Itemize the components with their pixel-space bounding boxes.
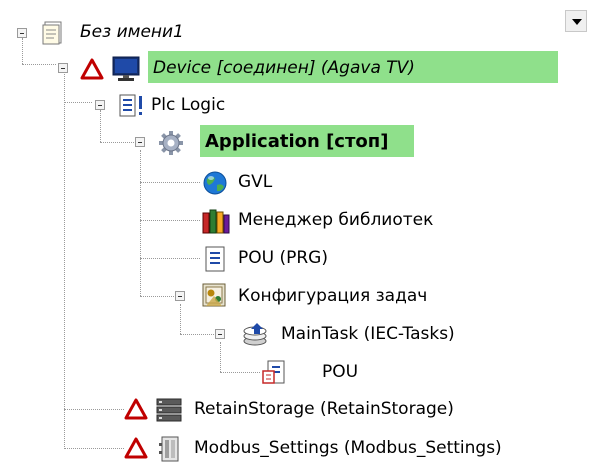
collapse-toggle[interactable]: [135, 137, 145, 147]
collapse-toggle[interactable]: [215, 329, 225, 339]
tree-item-label: RetainStorage (RetainStorage): [194, 399, 454, 419]
tree-item-library-manager[interactable]: Менеджер библиотек: [0, 202, 560, 238]
tree-item-label: POU: [322, 362, 359, 382]
task-config-icon: [200, 282, 230, 314]
tree-item-main-task[interactable]: MainTask (IEC-Tasks): [0, 316, 560, 352]
tree-item-label: Modbus_Settings (Modbus_Settings): [194, 438, 502, 458]
collapse-toggle[interactable]: [58, 63, 68, 73]
tree-item-task-config[interactable]: Конфигурация задач: [0, 278, 560, 314]
tree-item-label: Application [стоп]: [205, 131, 389, 152]
globe-icon: [201, 169, 229, 201]
collapse-toggle[interactable]: [17, 28, 27, 38]
tree-item-label: MainTask (IEC-Tasks): [281, 324, 455, 344]
tree-item-device[interactable]: Device [соединен] (Agava TV): [0, 50, 560, 86]
monitor-icon: [112, 56, 142, 86]
tree-item-pou-prg[interactable]: POU (PRG): [0, 240, 560, 276]
pou-call-icon: [262, 359, 288, 391]
task-stack-icon: [240, 321, 270, 353]
warning-triangle-icon: [124, 437, 148, 463]
tree-item-label: POU (PRG): [238, 248, 328, 268]
tree-item-label: Конфигурация задач: [238, 286, 428, 306]
gear-icon: [157, 129, 185, 161]
collapse-toggle[interactable]: [95, 100, 105, 110]
plc-logic-icon: [118, 93, 148, 123]
tree-item-retain-storage[interactable]: RetainStorage (RetainStorage): [0, 391, 560, 427]
tree-item-task-pou[interactable]: POU: [0, 354, 560, 390]
project-tree: Без имени1 Device [соединен] (Agava TV): [0, 0, 590, 463]
tree-item-label: Менеджер библиотек: [238, 210, 434, 230]
tree-item-modbus-settings[interactable]: Modbus_Settings (Modbus_Settings): [0, 430, 560, 466]
tree-item-root[interactable]: Без имени1: [0, 14, 560, 50]
tree-item-gvl[interactable]: GVL: [0, 164, 560, 200]
storage-icon: [156, 397, 184, 427]
document-icon: [203, 245, 229, 277]
tree-item-plc-logic[interactable]: Plc Logic: [0, 87, 560, 123]
warning-triangle-icon: [80, 58, 104, 84]
tree-item-application[interactable]: Application [стоп]: [0, 124, 560, 160]
warning-triangle-icon: [124, 398, 148, 424]
modbus-module-icon: [156, 435, 184, 467]
tree-item-label: Без имени1: [80, 22, 184, 42]
tree-item-label: GVL: [238, 172, 273, 192]
dropdown-arrow-icon[interactable]: [565, 10, 587, 32]
collapse-toggle[interactable]: [175, 291, 185, 301]
books-icon: [201, 207, 231, 239]
tree-item-label: Plc Logic: [151, 95, 226, 115]
tree-item-label: Device [соединен] (Agava TV): [153, 58, 415, 78]
project-file-icon: [42, 20, 66, 50]
